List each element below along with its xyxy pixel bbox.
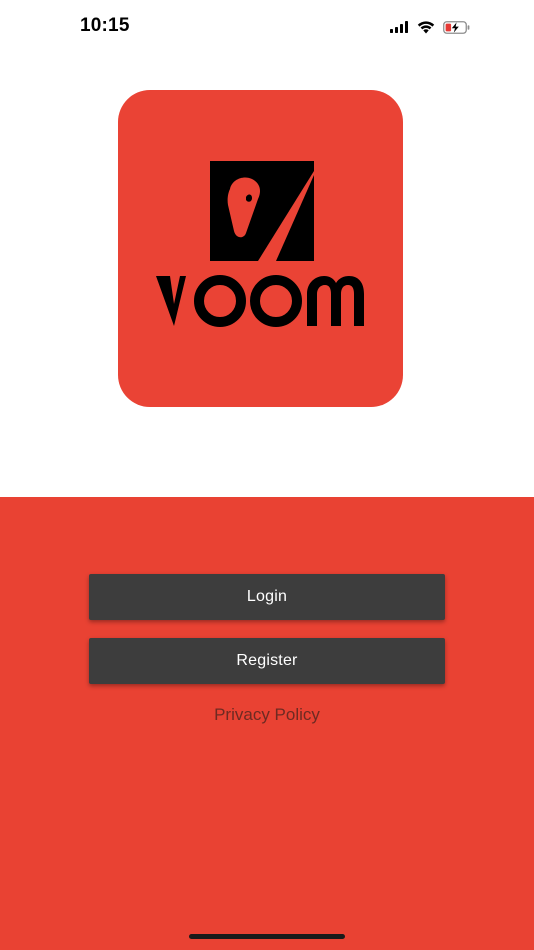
status-bar: 10:15: [0, 0, 534, 52]
register-button[interactable]: Register: [89, 638, 445, 684]
logo-wordmark-text: voom: [118, 90, 119, 91]
privacy-policy-link[interactable]: Privacy Policy: [0, 705, 534, 725]
status-icons: [390, 17, 470, 37]
status-time: 10:15: [80, 15, 130, 36]
battery-charging-icon: [443, 20, 470, 34]
wifi-icon: [417, 20, 435, 34]
auth-panel: Login Register Privacy Policy: [0, 497, 534, 950]
app-logo: voom: [118, 90, 403, 407]
logo-mark-icon: [210, 161, 314, 261]
logo-wordmark-icon: [156, 275, 364, 327]
home-indicator: [189, 934, 345, 939]
welcome-screen: 10:15 Login Register Privacy Policy: [0, 0, 534, 950]
cellular-signal-icon: [390, 21, 409, 33]
login-button[interactable]: Login: [89, 574, 445, 620]
